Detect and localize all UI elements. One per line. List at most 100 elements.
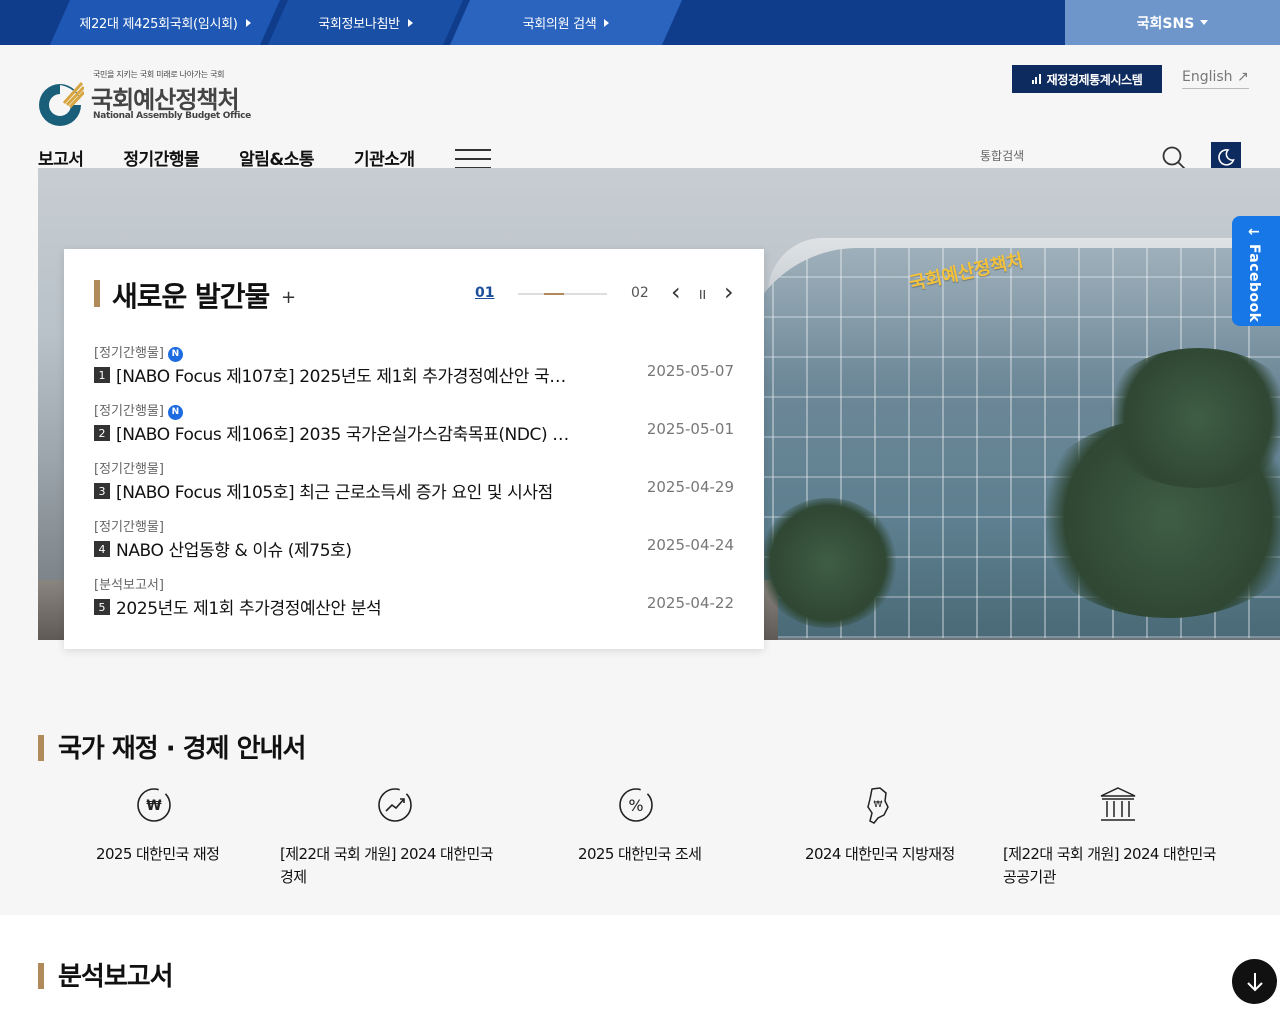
member-search-link[interactable]: 국회의원 검색 bbox=[450, 0, 682, 45]
percent-cycle-icon: % bbox=[619, 788, 653, 822]
nav-item-notice[interactable]: 알림&소통 bbox=[239, 145, 314, 170]
publication-item[interactable]: [정기간행물] 4 NABO 산업동향 & 이슈 (제75호) 2025-04-… bbox=[94, 516, 734, 566]
publication-category: [정기간행물] bbox=[94, 520, 164, 535]
bar-chart-icon bbox=[1031, 74, 1041, 84]
publication-rank: 5 bbox=[94, 599, 110, 615]
publication-rank: 2 bbox=[94, 425, 110, 441]
statistics-system-button[interactable]: 재정경제통계시스템 bbox=[1012, 65, 1162, 93]
guide-item-finance[interactable]: ₩ 2025 대한민국 재정 bbox=[96, 785, 220, 866]
reports-section bbox=[0, 915, 1280, 1024]
publication-rank: 4 bbox=[94, 541, 110, 557]
guide-label: 2025 대한민국 조세 bbox=[578, 845, 702, 863]
next-slide-icon[interactable]: › bbox=[724, 278, 734, 306]
guide-item-public-institutions[interactable]: [제22대 국회 개원] 2024 대한민국 공공기관 bbox=[1003, 785, 1216, 889]
publication-date: 2025-05-01 bbox=[646, 420, 734, 438]
sns-label: 국회SNS bbox=[1136, 15, 1195, 32]
logo-english-name: National Assembly Budget Office bbox=[93, 111, 251, 121]
publication-rank: 1 bbox=[94, 367, 110, 383]
title-accent-bar bbox=[38, 963, 44, 989]
facebook-label: Facebook bbox=[1246, 244, 1262, 323]
arrow-left-icon: ← bbox=[1248, 224, 1260, 240]
compass-link-label: 국회정보나침반 bbox=[318, 17, 400, 32]
publication-date: 2025-04-29 bbox=[646, 478, 734, 496]
session-link[interactable]: 제22대 제425회국회(임시회) bbox=[50, 0, 280, 45]
nav-item-periodicals[interactable]: 정기간행물 bbox=[123, 145, 199, 170]
guide-label: 2025 대한민국 재정 bbox=[96, 845, 220, 863]
facebook-widget-tab[interactable]: ← Facebook bbox=[1232, 216, 1280, 326]
publication-category: [정기간행물] bbox=[94, 462, 164, 477]
publication-date: 2025-04-24 bbox=[646, 536, 734, 554]
publication-title: [NABO Focus 제105호] 최근 근로소득세 증가 요인 및 시사점 bbox=[116, 483, 553, 503]
nav-item-reports[interactable]: 보고서 bbox=[38, 145, 84, 170]
guide-item-local-finance[interactable]: ₩ 2024 대한민국 지방재정 bbox=[805, 785, 955, 866]
publication-title: NABO 산업동향 & 이슈 (제75호) bbox=[116, 541, 352, 561]
publication-category-wrap: [정기간행물] N bbox=[94, 400, 183, 420]
guide-item-economy[interactable]: [제22대 국회 개원] 2024 대한민국 경제 bbox=[280, 785, 493, 889]
publication-item[interactable]: [정기간행물] 3 [NABO Focus 제105호] 최근 근로소득세 증가… bbox=[94, 458, 734, 508]
korea-map-icon: ₩ bbox=[867, 787, 889, 824]
guide-item-tax[interactable]: % 2025 대한민국 조세 bbox=[578, 785, 702, 866]
reports-title-text: 분석보고서 bbox=[58, 962, 174, 992]
publication-item[interactable]: [정기간행물] N 2 [NABO Focus 제106호] 2035 국가온실가… bbox=[94, 400, 734, 450]
publication-item[interactable]: [분석보고서] 5 2025년도 제1회 추가경정예산안 분석 2025-04-… bbox=[94, 574, 734, 624]
moon-icon bbox=[1218, 149, 1235, 166]
publication-category: [분석보고서] bbox=[94, 578, 164, 593]
nav-item-about[interactable]: 기관소개 bbox=[354, 145, 415, 170]
guide-label: [제22대 국회 개원] 2024 대한민국 bbox=[280, 845, 493, 863]
page-indicator-current[interactable]: 01 bbox=[475, 285, 494, 301]
prev-slide-icon[interactable]: ‹ bbox=[671, 278, 681, 306]
caret-right-icon bbox=[246, 19, 251, 27]
new-publications-title: 새로운 발간물 bbox=[112, 280, 270, 313]
pause-icon[interactable]: II bbox=[699, 288, 706, 302]
publication-date: 2025-04-22 bbox=[646, 594, 734, 612]
main-nav: 보고서 정기간행물 알림&소통 기관소개 bbox=[38, 145, 455, 170]
new-badge: N bbox=[167, 346, 183, 362]
arrow-down-icon bbox=[1246, 972, 1263, 991]
publication-date: 2025-05-07 bbox=[646, 362, 734, 380]
publication-item[interactable]: [정기간행물] N 1 [NABO Focus 제107호] 2025년도 제1회… bbox=[94, 342, 734, 392]
logo-tagline: 국민을 지키는 국회 미래로 나아가는 국회 bbox=[93, 70, 225, 79]
publication-category: [정기간행물] bbox=[94, 404, 164, 419]
institution-icon bbox=[1100, 787, 1136, 821]
member-search-label: 국회의원 검색 bbox=[522, 17, 597, 32]
guide-label: [제22대 국회 개원] 2024 대한민국 bbox=[1003, 845, 1216, 863]
nabo-emblem-icon bbox=[39, 81, 84, 126]
guide-label-line2: 경제 bbox=[280, 868, 307, 886]
new-badge: N bbox=[167, 404, 183, 420]
publication-category-wrap: [정기간행물] N bbox=[94, 342, 183, 362]
guide-title-text: 국가 재정 · 경제 안내서 bbox=[58, 734, 306, 764]
page-indicator-next[interactable]: 02 bbox=[631, 285, 649, 301]
more-button[interactable]: + bbox=[281, 287, 296, 308]
publication-title: [NABO Focus 제107호] 2025년도 제1회 추가경정예산안 국회… bbox=[116, 367, 574, 387]
svg-text:%: % bbox=[628, 796, 643, 815]
new-publications-panel: 새로운 발간물 + 01 02 ‹ II › [정기간행물] N 1 [NABO … bbox=[64, 249, 764, 649]
english-link[interactable]: English ↗ bbox=[1182, 69, 1249, 89]
caret-down-icon bbox=[1200, 20, 1209, 25]
title-accent-bar bbox=[38, 735, 44, 761]
title-accent-bar bbox=[94, 280, 100, 307]
publication-title: [NABO Focus 제106호] 2035 국가온실가스감축목표(NDC) … bbox=[116, 425, 574, 445]
won-cycle-icon: ₩ bbox=[137, 788, 171, 822]
guide-section-title: 국가 재정 · 경제 안내서 bbox=[38, 728, 306, 765]
search-input[interactable] bbox=[980, 149, 1150, 163]
publication-title: 2025년도 제1회 추가경정예산안 분석 bbox=[116, 599, 382, 619]
reports-section-title: 분석보고서 bbox=[38, 956, 174, 993]
sns-dropdown[interactable]: 국회SNS bbox=[1065, 0, 1280, 45]
chart-cycle-icon bbox=[378, 788, 412, 822]
scroll-down-button[interactable] bbox=[1232, 959, 1277, 1004]
caret-right-icon bbox=[408, 19, 413, 27]
compass-link[interactable]: 국회정보나침반 bbox=[268, 0, 463, 45]
guide-label: 2024 대한민국 지방재정 bbox=[805, 845, 955, 863]
top-utility-bar: 제22대 제425회국회(임시회) 국회정보나침반 국회의원 검색 국회SNS bbox=[0, 0, 1280, 45]
site-logo[interactable]: 국민을 지키는 국회 미래로 나아가는 국회 국회예산정책처 National … bbox=[38, 69, 251, 129]
publication-rank: 3 bbox=[94, 483, 110, 499]
statistics-system-label: 재정경제통계시스템 bbox=[1046, 72, 1143, 87]
svg-text:₩: ₩ bbox=[874, 800, 883, 810]
pine-tree bbox=[758, 498, 898, 628]
caret-right-icon bbox=[604, 19, 609, 27]
logo-name: 국회예산정책처 bbox=[91, 86, 240, 114]
svg-text:₩: ₩ bbox=[146, 798, 162, 814]
session-link-label: 제22대 제425회국회(임시회) bbox=[79, 17, 238, 32]
slide-progress-bar bbox=[518, 293, 607, 295]
publication-category: [정기간행물] bbox=[94, 346, 164, 361]
